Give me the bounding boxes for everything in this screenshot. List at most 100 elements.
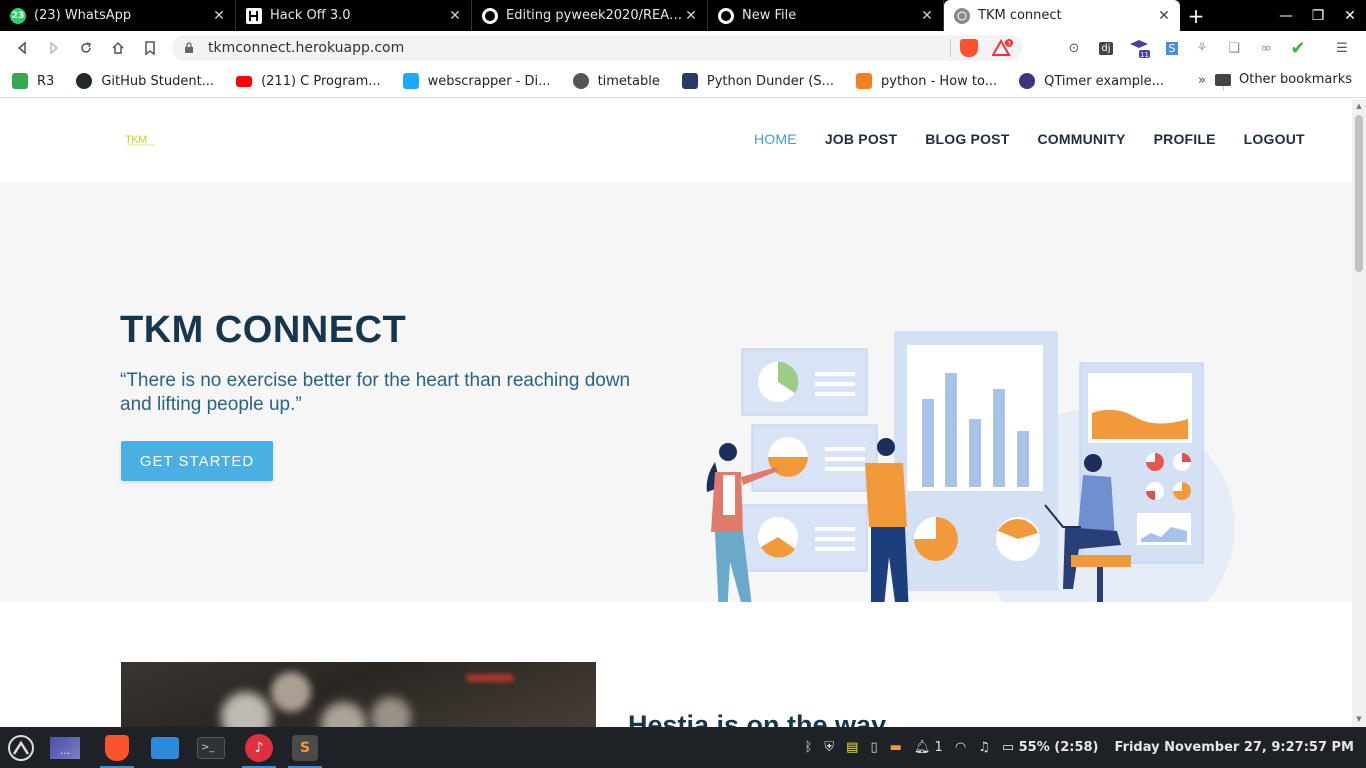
tab-title: Hack Off 3.0 xyxy=(270,8,351,23)
close-tab-icon[interactable]: ✕ xyxy=(447,8,463,24)
bookmark-qtimer[interactable]: QTimer example... xyxy=(1019,73,1164,89)
extension-icon[interactable]: ⊙ xyxy=(1062,36,1086,60)
tab-title: New File xyxy=(742,8,797,23)
s-extension-icon[interactable]: S xyxy=(1160,36,1184,60)
lock-icon[interactable] xyxy=(184,42,196,54)
tab-tkm-connect[interactable]: TKM connect ✕ xyxy=(944,0,1180,31)
qt-icon xyxy=(1019,73,1036,89)
notes-icon[interactable]: ▤ xyxy=(846,740,858,755)
reload-icon[interactable] xyxy=(70,32,102,64)
nav-blog-post[interactable]: BLOG POST xyxy=(925,131,1009,147)
more-bookmarks-button[interactable]: » xyxy=(1198,73,1206,88)
address-bar[interactable]: tkmconnect.herokuapp.com 3 xyxy=(172,35,1022,61)
browser-toolbar: tkmconnect.herokuapp.com 3 ⊙ dj 11 S ⚘ ❏… xyxy=(0,31,1366,65)
hero-section: TKM CONNECT “There is no exercise better… xyxy=(0,182,1352,622)
browser-tab-bar: 23 (23) WhatsApp ✕ Hack Off 3.0 ✕ Editin… xyxy=(0,0,1366,31)
forward-icon[interactable] xyxy=(38,32,70,64)
home-icon[interactable] xyxy=(102,32,134,64)
scroll-down-icon[interactable]: ▼ xyxy=(1355,715,1363,723)
extension-icon[interactable]: ❏ xyxy=(1222,36,1246,60)
restore-icon[interactable]: ❐ xyxy=(1302,0,1334,31)
github-icon xyxy=(482,7,498,24)
wifi-icon[interactable]: ◠ xyxy=(955,740,966,755)
bookmark-label: R3 xyxy=(37,73,55,89)
bookmark-youtube[interactable]: (211) C Program... xyxy=(236,74,381,89)
site-navbar: TKM HOME JOB POST BLOG POST COMMUNITY PR… xyxy=(0,99,1352,182)
meet-icon xyxy=(12,73,28,89)
nav-job-post[interactable]: JOB POST xyxy=(825,131,897,147)
graduation-cap-icon[interactable]: 11 xyxy=(1128,36,1152,60)
close-tab-icon[interactable]: ✕ xyxy=(683,8,699,24)
svg-text:3: 3 xyxy=(1007,41,1011,48)
hero-illustration xyxy=(706,331,1235,622)
bookmark-icon[interactable] xyxy=(134,32,166,64)
notification-count: 1 xyxy=(934,740,943,755)
back-icon[interactable] xyxy=(6,32,38,64)
launcher-icon[interactable] xyxy=(2,731,40,765)
checkmark-icon[interactable]: ✔ xyxy=(1286,36,1310,60)
bookmark-r3[interactable]: R3 xyxy=(12,73,54,89)
bookmark-python-dunder[interactable]: Python Dunder (S... xyxy=(681,73,834,89)
bluetooth-icon[interactable]: ᛒ xyxy=(805,740,813,755)
stackoverflow-icon xyxy=(856,73,872,89)
keyboard-layout-icon[interactable]: ▬ xyxy=(890,740,902,755)
bookmark-timetable[interactable]: timetable xyxy=(572,73,660,89)
menu-icon[interactable]: ☰ xyxy=(1330,36,1354,60)
bookmark-label: webscrapper - Di... xyxy=(427,73,551,89)
tab-github-editing[interactable]: Editing pyweek2020/README.md ✕ xyxy=(472,0,708,31)
github-icon xyxy=(76,73,93,89)
tab-hack-off[interactable]: Hack Off 3.0 ✕ xyxy=(236,0,472,31)
bookmarks-bar: R3 GitHub Student... (211) C Program... … xyxy=(0,65,1366,98)
nav-community[interactable]: COMMUNITY xyxy=(1037,131,1125,147)
page-scrollbar[interactable]: ▲ ▼ xyxy=(1352,99,1366,727)
bookmark-webscrapper[interactable]: webscrapper - Di... xyxy=(402,73,551,89)
notification-bell-icon[interactable]: 🔔︎ 1 xyxy=(914,740,943,755)
youtube-icon xyxy=(236,75,253,87)
battery-status[interactable]: ▭ 55% (2:58) xyxy=(1002,740,1099,755)
clock[interactable]: Friday November 27, 9:27:57 PM xyxy=(1115,740,1354,755)
workspace-icon[interactable]: … xyxy=(46,731,84,765)
django-extension-icon[interactable]: dj xyxy=(1094,36,1118,60)
clipboard-icon[interactable]: ▯ xyxy=(870,740,877,755)
tab-title: (23) WhatsApp xyxy=(34,8,132,23)
tab-whatsapp[interactable]: 23 (23) WhatsApp ✕ xyxy=(0,0,236,31)
terminal-icon[interactable]: >_ xyxy=(192,731,230,765)
svg-text:11: 11 xyxy=(1140,51,1149,59)
tab-title: Editing pyweek2020/README.md xyxy=(506,8,683,23)
brave-browser-icon[interactable] xyxy=(98,731,136,768)
bookmark-label: timetable xyxy=(597,73,660,89)
shield-icon[interactable]: ⛨ xyxy=(824,740,834,755)
bookmark-stackoverflow[interactable]: python - How to... xyxy=(856,73,997,89)
volume-icon[interactable]: ♫ xyxy=(978,740,990,755)
brave-rewards-icon[interactable]: 3 xyxy=(991,38,1013,57)
other-bookmarks-button[interactable]: Other bookmarks xyxy=(1214,72,1352,87)
brave-shields-icon[interactable] xyxy=(960,39,978,57)
globe-icon xyxy=(572,73,589,89)
other-bookmarks-label: Other bookmarks xyxy=(1238,72,1352,87)
sublime-text-icon[interactable]: S xyxy=(286,731,324,768)
close-window-icon[interactable]: ✕ xyxy=(1334,0,1366,31)
scroll-thumb[interactable] xyxy=(1355,115,1363,272)
get-started-button[interactable]: GET STARTED xyxy=(121,441,273,481)
close-tab-icon[interactable]: ✕ xyxy=(211,8,227,24)
divider xyxy=(950,39,951,57)
url-text[interactable]: tkmconnect.herokuapp.com xyxy=(208,40,404,56)
close-tab-icon[interactable]: ✕ xyxy=(1156,8,1172,24)
bookmark-github-student[interactable]: GitHub Student... xyxy=(76,73,214,89)
tkm-logo[interactable]: TKM xyxy=(124,130,158,148)
nav-profile[interactable]: PROFILE xyxy=(1154,131,1216,147)
scroll-up-icon[interactable]: ▲ xyxy=(1355,102,1363,110)
webscrapper-icon xyxy=(402,73,419,89)
extension-icon[interactable]: ⚘ xyxy=(1190,36,1214,60)
nav-logout[interactable]: LOGOUT xyxy=(1244,131,1305,147)
os-taskbar: … >_ ♪ S ᛒ ⛨ ▤ ▯ ▬ 🔔︎ 1 ◠ ♫ ▭ 55% (2:58)… xyxy=(0,727,1366,768)
extension-icon[interactable]: ∞ xyxy=(1254,36,1278,60)
tab-github-new-file[interactable]: New File ✕ xyxy=(708,0,944,31)
tab-title: TKM connect xyxy=(978,8,1062,23)
nav-home[interactable]: HOME xyxy=(754,131,797,147)
new-tab-button[interactable]: + xyxy=(1180,0,1212,31)
close-tab-icon[interactable]: ✕ xyxy=(919,8,935,24)
music-app-icon[interactable]: ♪ xyxy=(240,731,278,768)
minimize-icon[interactable]: — xyxy=(1270,0,1302,31)
files-icon[interactable] xyxy=(146,731,184,765)
